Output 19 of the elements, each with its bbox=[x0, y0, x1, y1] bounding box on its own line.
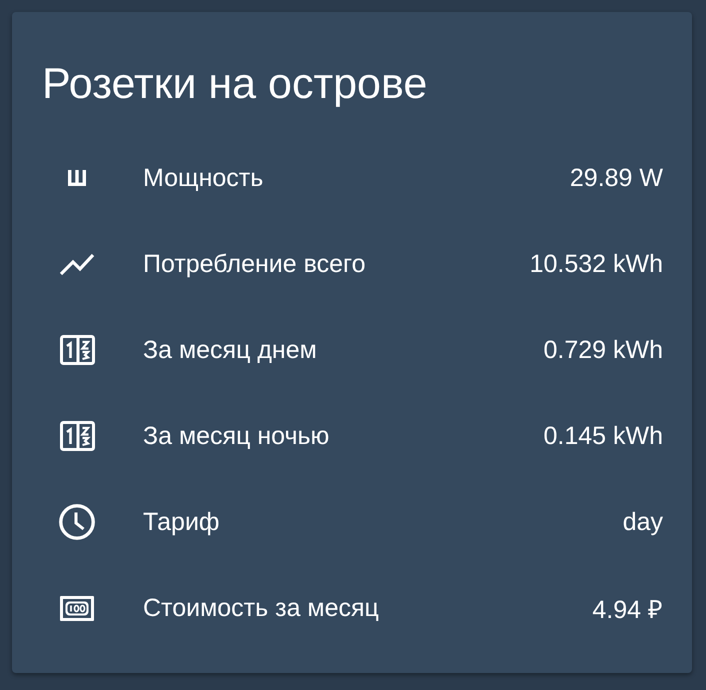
entity-name: Стоимость за месяц bbox=[143, 594, 380, 622]
entity-value: day bbox=[622, 508, 663, 536]
entity-value: 0.729 kWh bbox=[543, 336, 663, 364]
entity-value: 10.532 kWh bbox=[530, 250, 663, 278]
entity-name: За месяц ночью bbox=[143, 422, 330, 450]
chart-line-icon bbox=[59, 252, 95, 276]
counter-icon bbox=[60, 421, 94, 451]
banknote-icon bbox=[60, 596, 94, 620]
entity-value: 0.145 kWh bbox=[543, 422, 663, 450]
entity-name: Потребление всего bbox=[143, 250, 366, 278]
counter-icon bbox=[60, 335, 94, 365]
entity-value: 4.94 ₽ bbox=[592, 595, 663, 625]
entity-name: За месяц днем bbox=[143, 336, 318, 364]
prong-icon bbox=[68, 170, 86, 186]
clock-icon bbox=[59, 504, 95, 540]
entity-name: Тариф bbox=[143, 508, 220, 536]
entity-name: Мощность bbox=[143, 164, 264, 192]
card-title: Розетки на острове bbox=[42, 60, 428, 108]
entity-value: 29.89 W bbox=[570, 164, 663, 192]
